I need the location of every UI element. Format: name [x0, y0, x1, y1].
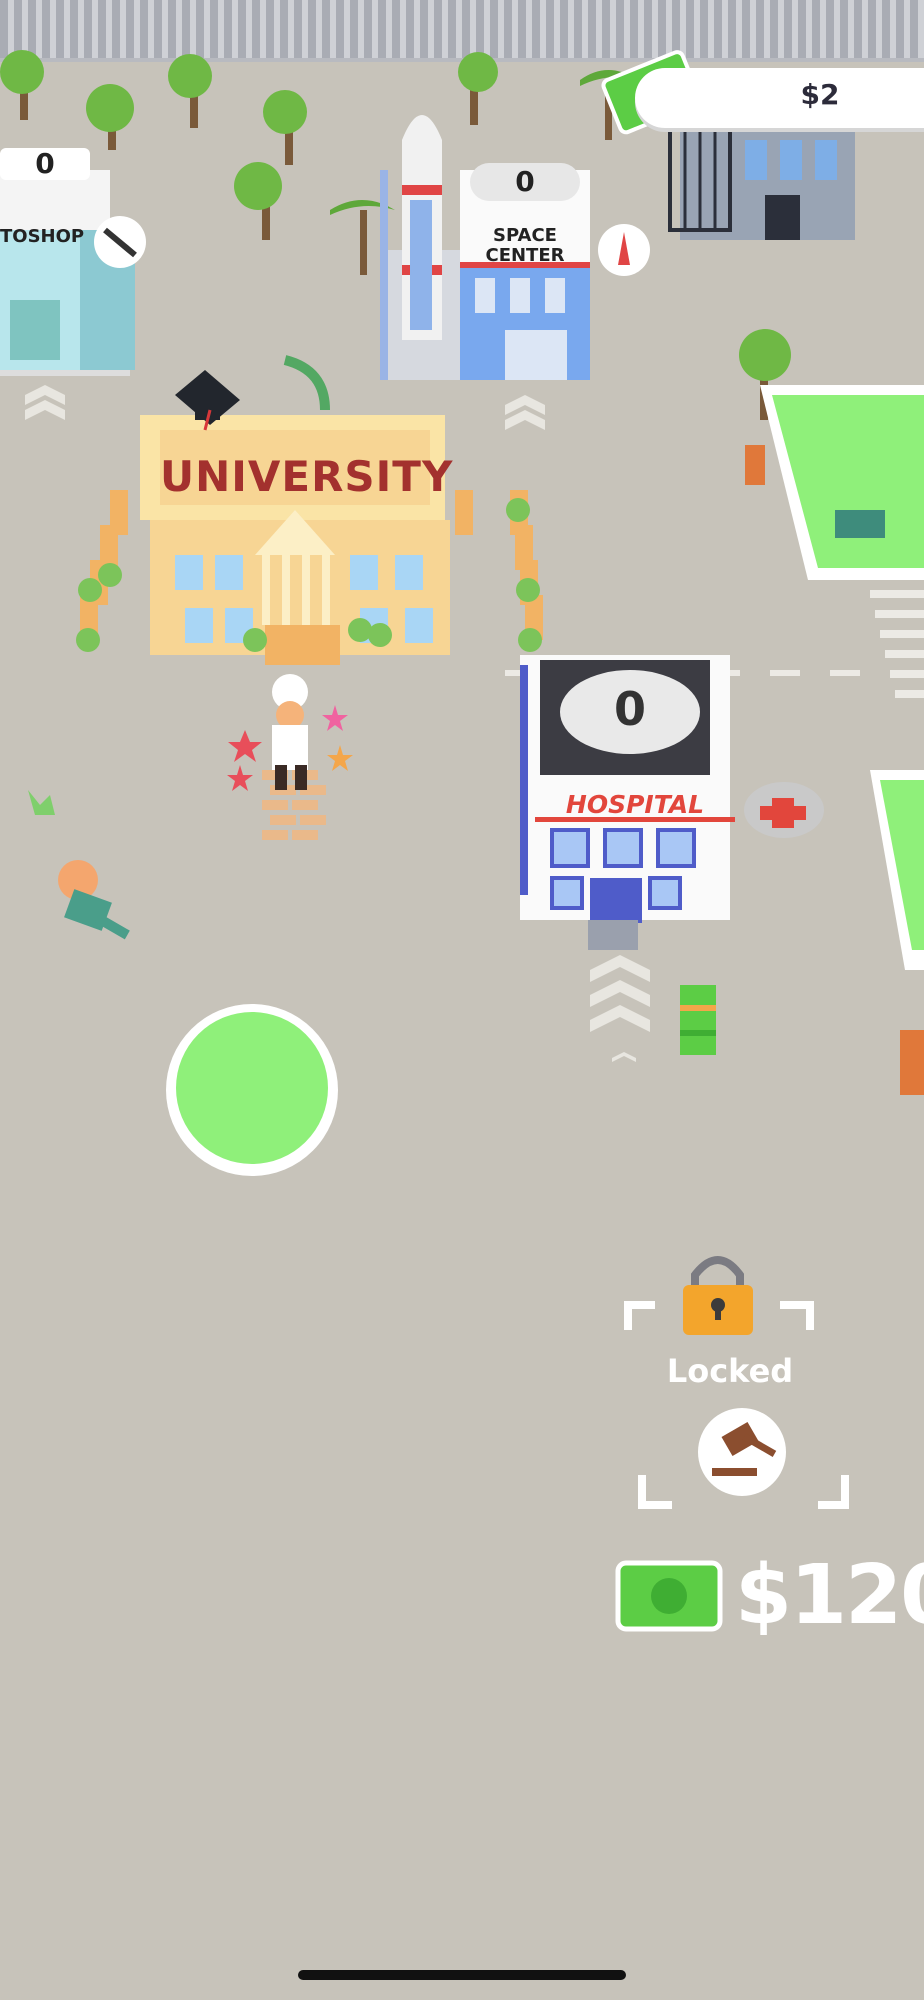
entrance-arrows [590, 955, 650, 1062]
money-amount: $2 [800, 78, 840, 111]
space-center-building [460, 170, 590, 430]
sign [835, 510, 885, 538]
bench [900, 1030, 924, 1095]
space-center-label-line2: CENTER [485, 245, 565, 266]
progress-arc [283, 355, 330, 411]
photoshop-visitor-badge: 0 [0, 148, 90, 180]
photoshop-building [0, 170, 135, 420]
lock-icon [683, 1256, 753, 1335]
park-area [745, 385, 924, 1095]
locked-status: Locked [666, 1352, 794, 1390]
cash-icon [615, 1560, 723, 1632]
crosswalk [870, 590, 924, 698]
arrow-marker [28, 790, 55, 815]
game-world [0, 50, 924, 1632]
hospital-label: HOSPITAL [565, 790, 705, 819]
photoshop-label: TOSHOP [0, 226, 85, 247]
prison-building [668, 108, 855, 240]
bench [745, 445, 765, 485]
university-label: UNIVERSITY [160, 452, 454, 501]
player-chef [272, 674, 308, 790]
space-center-visitor-count: 0 [470, 163, 580, 201]
cash-stack [680, 985, 716, 1055]
unlock-price[interactable]: $120 [735, 1548, 924, 1643]
photoshop-visitor-count: 0 [35, 147, 55, 180]
space-center-label: SPACE CENTER [460, 226, 590, 266]
npc-worker [58, 860, 130, 940]
home-indicator[interactable] [298, 1970, 626, 1980]
hospital-visitor-count: 0 [613, 682, 646, 736]
space-center-label-line1: SPACE [493, 225, 557, 246]
brick-path [262, 770, 326, 840]
